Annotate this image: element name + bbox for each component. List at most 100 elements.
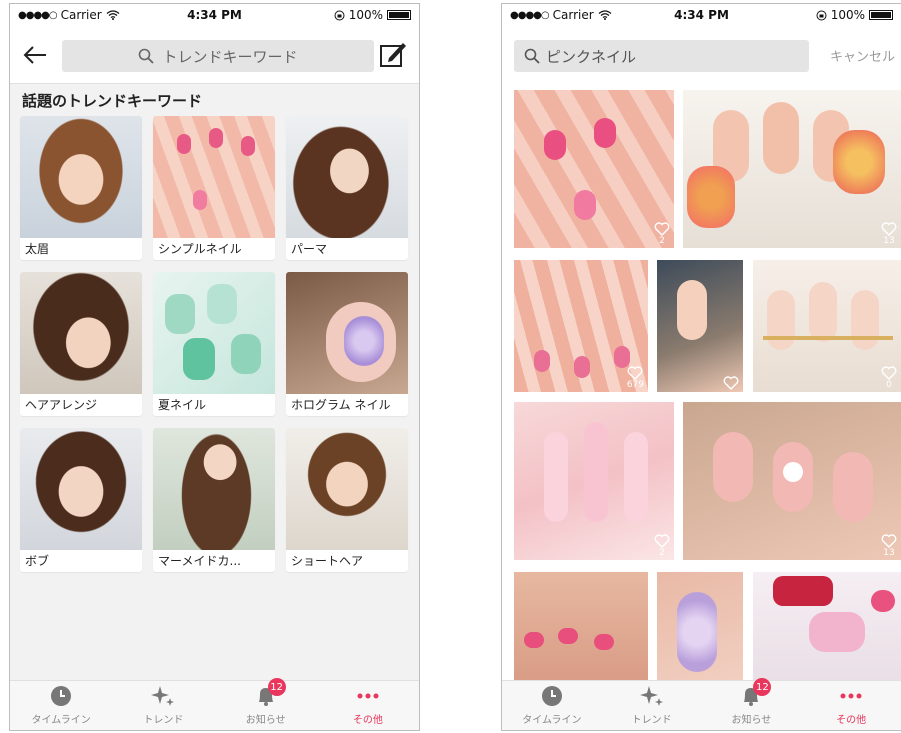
result-photo[interactable] (657, 572, 743, 682)
signal-dots-icon: ●●●●○ (510, 9, 550, 21)
result-photo[interactable]: 2 (514, 90, 674, 248)
notification-badge: 12 (267, 678, 286, 696)
keyword-card[interactable]: ホログラム ネイル (286, 272, 408, 416)
heart-icon (881, 366, 897, 380)
keyword-label: ボブ (25, 554, 50, 568)
tab-notifications[interactable]: 12 お知らせ (215, 678, 317, 730)
status-time: 4:34 PM (674, 8, 729, 22)
keyword-label: ショートヘア (291, 554, 364, 568)
heart-icon (881, 534, 897, 548)
result-photo[interactable]: 679 (514, 260, 648, 392)
result-photo[interactable] (753, 572, 901, 682)
like-indicator[interactable]: 13 (881, 534, 897, 558)
result-photo[interactable]: 0 (753, 260, 901, 392)
heart-icon (627, 366, 643, 380)
tab-label: タイムライン (31, 715, 91, 726)
result-photo[interactable] (657, 260, 743, 392)
tab-bar: タイムライン トレンド 12 お知らせ その他 (502, 678, 901, 730)
tab-more[interactable]: その他 (317, 681, 419, 730)
tab-trend[interactable]: トレンド (112, 681, 214, 730)
section-title: 話題のトレンドキーワード (22, 92, 203, 110)
result-photo[interactable] (514, 572, 648, 682)
sparkle-icon (151, 684, 175, 708)
status-bar: ●●●●○ Carrier 4:34 PM 100% (502, 4, 901, 26)
keyword-label: ホログラム ネイル (291, 398, 391, 412)
keyword-image (20, 428, 142, 550)
keyword-card[interactable]: 夏ネイル (153, 272, 275, 416)
orientation-lock-icon (816, 10, 827, 20)
tab-label: その他 (836, 715, 867, 726)
keyword-image (286, 428, 408, 550)
keyword-card[interactable]: ショートヘア (286, 428, 408, 572)
tab-label: トレンド (631, 715, 672, 726)
tab-trend[interactable]: トレンド (602, 681, 702, 730)
tab-timeline[interactable]: タイムライン (10, 681, 112, 730)
search-query: ピンクネイル (546, 47, 637, 66)
heart-icon (723, 376, 739, 390)
search-results-screen: ●●●●○ Carrier 4:34 PM 100% ピンクネイル キャンセル … (501, 3, 901, 731)
keyword-label: マーメイドカ... (158, 554, 241, 568)
keyword-card[interactable]: パーマ (286, 116, 408, 260)
tab-label: お知らせ (245, 715, 286, 726)
keyword-card[interactable]: 太眉 (20, 116, 142, 260)
keyword-label: パーマ (291, 242, 328, 256)
like-count: 679 (626, 380, 644, 390)
trend-keywords-screen: ●●●●○ Carrier 4:34 PM 100% トレンドキーワード 話題の… (9, 3, 420, 731)
carrier-label: Carrier (60, 8, 102, 22)
like-count: 2 (659, 236, 665, 246)
keyword-image (286, 116, 408, 238)
keyword-search-field[interactable]: トレンドキーワード (62, 40, 374, 72)
more-dots-icon (356, 684, 380, 708)
keyword-label: シンプルネイル (158, 242, 242, 256)
keyword-grid: 太眉 シンプルネイル パーマ ヘアアレンジ 夏ネイル ホログラム ネイル ボブ … (20, 116, 410, 572)
search-placeholder: トレンドキーワード (162, 47, 298, 66)
search-header: トレンドキーワード (10, 26, 419, 84)
like-indicator[interactable]: 679 (627, 366, 644, 390)
tab-bar: タイムライン トレンド 12 お知らせ その他 (10, 678, 419, 730)
compose-icon[interactable] (379, 40, 407, 68)
keyword-image (153, 116, 275, 238)
battery-icon (387, 10, 411, 20)
keyword-card[interactable]: シンプルネイル (153, 116, 275, 260)
search-header: ピンクネイル キャンセル (502, 26, 901, 78)
search-input[interactable]: ピンクネイル (514, 40, 809, 72)
keyword-image (20, 272, 142, 394)
status-bar: ●●●●○ Carrier 4:34 PM 100% (10, 4, 419, 26)
like-indicator[interactable]: 13 (881, 222, 897, 246)
keyword-card[interactable]: ボブ (20, 428, 142, 572)
keyword-card[interactable]: ヘアアレンジ (20, 272, 142, 416)
keyword-image (286, 272, 408, 394)
like-indicator[interactable]: 2 (654, 222, 670, 246)
battery-icon (869, 10, 894, 20)
search-icon (524, 48, 540, 64)
result-photo[interactable]: 13 (683, 402, 901, 560)
keyword-image (153, 272, 275, 394)
tab-notifications[interactable]: 12 お知らせ (702, 678, 802, 730)
back-arrow-icon[interactable] (22, 42, 48, 68)
tab-label: タイムライン (522, 715, 582, 726)
like-indicator[interactable]: 0 (881, 366, 897, 390)
like-count: 2 (659, 548, 665, 558)
tab-label: トレンド (143, 715, 184, 726)
result-photo[interactable]: 13 (683, 90, 901, 248)
clock-icon (540, 684, 564, 708)
heart-icon (654, 534, 670, 548)
clock-icon (49, 684, 73, 708)
like-count: 13 (883, 548, 895, 558)
keyword-card[interactable]: マーメイドカ... (153, 428, 275, 572)
heart-icon (654, 222, 670, 236)
orientation-lock-icon (334, 10, 345, 20)
result-photo[interactable]: 2 (514, 402, 674, 560)
like-count: 13 (883, 236, 895, 246)
heart-icon (881, 222, 897, 236)
like-indicator[interactable]: 2 (654, 534, 670, 558)
tab-label: その他 (352, 715, 383, 726)
keyword-label: 夏ネイル (158, 398, 207, 412)
wifi-icon (598, 10, 612, 20)
search-icon (139, 48, 155, 64)
like-indicator[interactable] (723, 376, 739, 390)
tab-more[interactable]: その他 (801, 681, 901, 730)
tab-timeline[interactable]: タイムライン (502, 681, 602, 730)
sparkle-icon (639, 684, 664, 708)
cancel-button[interactable]: キャンセル (830, 46, 895, 65)
